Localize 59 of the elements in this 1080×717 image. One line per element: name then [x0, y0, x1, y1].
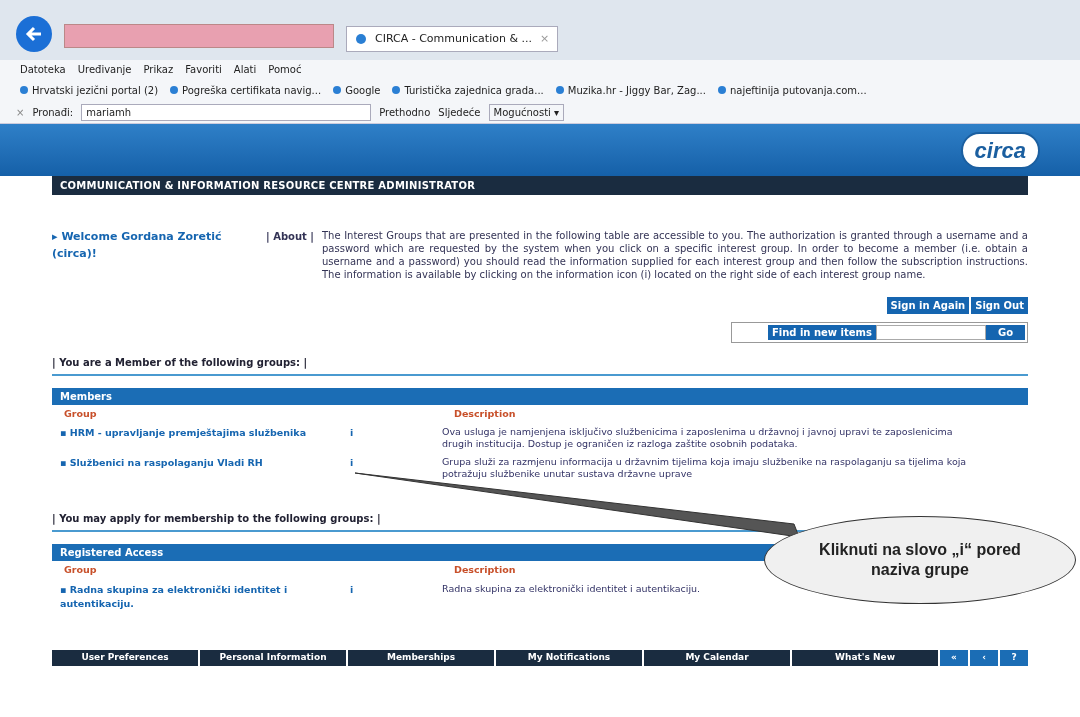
nav-tab[interactable]: User Preferences	[52, 650, 198, 666]
page-title: COMMUNICATION & INFORMATION RESOURCE CENTRE ADMINISTRATOR	[52, 176, 1028, 195]
favorite-link[interactable]: Hrvatski jezični portal (2)	[20, 82, 159, 98]
section-heading: | You are a Member of the following groups: |	[52, 355, 1028, 376]
nav-small-button[interactable]: «	[940, 650, 968, 666]
nav-tab[interactable]: Memberships	[348, 650, 494, 666]
sign-button[interactable]: Sign in Again	[886, 297, 970, 314]
nav-small-button[interactable]: ‹	[970, 650, 998, 666]
about-label: | About |	[265, 230, 315, 245]
nav-tab[interactable]: Personal Information	[200, 650, 346, 666]
back-arrow-icon	[25, 25, 43, 43]
group-link[interactable]: ▪ HRM - upravljanje premještajima službenika	[60, 426, 350, 441]
column-header: Group	[63, 563, 98, 578]
favorite-link[interactable]: Turistička zajednica grada...	[392, 82, 544, 98]
find-new-field[interactable]	[875, 325, 986, 340]
next-button[interactable]: Sljedeće	[438, 105, 481, 120]
description-cell-text: Grupa služi za razmjenu informacija u državnim tijelima koja imaju službenike na raspolaganju sa tijelima koja potražuju službenike unutar sustava državne uprave	[442, 455, 968, 482]
favorite-link[interactable]: Pogreška certifikata navig...	[170, 82, 322, 98]
back-button[interactable]	[16, 16, 52, 52]
info-link[interactable]: i	[350, 582, 354, 597]
group-link[interactable]: ▪ Službenici na raspolaganju Vladi RH	[60, 456, 350, 471]
go-button[interactable]: Go	[985, 325, 1025, 340]
nav-small-button[interactable]: ?	[1000, 650, 1028, 666]
info-link[interactable]: i	[350, 456, 354, 471]
menu-item[interactable]: Alati	[233, 61, 257, 77]
browser-tab[interactable]: CIRCA - Communication & ... ×	[346, 26, 559, 52]
column-header: Description	[453, 563, 517, 578]
tab-title: CIRCA - Communication & ...	[375, 30, 532, 47]
browser-logo-icon	[355, 33, 367, 45]
info-link[interactable]: i	[350, 426, 354, 441]
welcome-text: ▸ Welcome Gordana Zoretić (circa)!	[52, 229, 223, 262]
favorite-link[interactable]: najeftinija putovanja.com...	[717, 82, 867, 98]
previous-button[interactable]: Prethodno	[379, 105, 431, 120]
find-field[interactable]: mariamh	[81, 104, 372, 121]
address-field[interactable]	[64, 24, 334, 48]
menu-item[interactable]: Datoteka	[20, 61, 66, 77]
column-header: Description	[453, 407, 517, 421]
find-close[interactable]: ×	[16, 105, 25, 120]
find-new-label: Find in new items	[767, 325, 876, 340]
find-label: Pronađi:	[32, 106, 74, 120]
description-cell-text: Radna skupina za elektronički identitet i autentikaciju.	[442, 581, 701, 596]
nav-tab[interactable]: My Notifications	[496, 650, 642, 666]
group-link[interactable]: ▪ Radna skupina za elektronički identitet i autentikaciju.	[60, 582, 350, 611]
nav-tab[interactable]: My Calendar	[644, 650, 790, 666]
menu-item[interactable]: Prikaz	[143, 61, 174, 77]
section-bar: Members	[52, 388, 1028, 405]
menu-item[interactable]: Favoriti	[185, 61, 222, 77]
menu-item[interactable]: Uređivanje	[77, 61, 132, 77]
description-cell-text: Ova usluga je namjenjena isključivo službenicima i zaposlenima u državnoj i javnoj upravi te zaposlenicima drugih institucija. Dostup je ograničen iz razloga zaštite osobnih podataka.	[442, 425, 954, 452]
nav-tab[interactable]: What's New	[792, 650, 938, 666]
favorite-link[interactable]: Google	[333, 82, 381, 98]
about-text: The Interest Groups that are presented in the following table are accessible to you. The authorization is granted through a username and a password which are requested by the system when you click on a specific interest group. In order to become a member (i.e. obtain a username and a password) you should read the information supplied for each interest group and then follow the subscription instructions. The information is available by clicking on the information icon (i) located on the right side of each interest group name.	[322, 229, 1028, 281]
sign-button[interactable]: Sign Out	[971, 297, 1028, 314]
menu-item[interactable]: Pomoć	[268, 61, 302, 77]
favorite-link[interactable]: Muzika.hr - Jiggy Bar, Zag...	[555, 82, 706, 98]
column-header: Group	[63, 407, 98, 421]
options-button[interactable]: Mogućnosti ▾	[488, 104, 565, 121]
circa-logo: circa	[960, 131, 1040, 169]
callout-bubble: Kliknuti na slovo „i“ pored naziva grupe	[764, 516, 1076, 604]
